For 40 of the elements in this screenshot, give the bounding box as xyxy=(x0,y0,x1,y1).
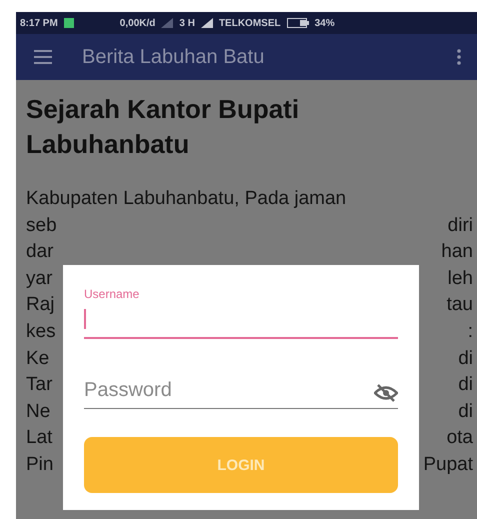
article-text: Pin xyxy=(26,452,54,477)
article-text: Pupat xyxy=(423,452,473,477)
article-text: seb xyxy=(26,214,57,238)
article-text: dar xyxy=(26,240,54,264)
article-text: diri xyxy=(448,214,473,238)
network-speed: 0,00K/d xyxy=(120,18,156,28)
password-field[interactable]: Password xyxy=(84,363,398,409)
article-text: Lat xyxy=(26,426,52,450)
article-text: Ke xyxy=(26,346,50,371)
article-text: leh xyxy=(448,266,473,291)
menu-icon[interactable] xyxy=(34,50,52,64)
article-text: ota xyxy=(446,426,473,450)
placeholder: Password xyxy=(84,379,172,402)
article-text: Ne xyxy=(26,400,50,424)
app-title: Berita Labuhan Batu xyxy=(82,46,266,68)
field-label: Username xyxy=(84,287,140,301)
article-text: di xyxy=(458,373,473,398)
carrier: TELKOMSEL xyxy=(218,18,281,28)
network-type: 3 H xyxy=(179,18,195,28)
eye-off-icon[interactable] xyxy=(374,384,398,402)
article-title: Sejarah Kantor Bupati Labuhanbatu xyxy=(26,93,300,161)
username-field[interactable]: Username xyxy=(84,287,398,339)
article-text: di xyxy=(458,346,473,371)
more-icon[interactable] xyxy=(457,49,461,65)
notification-icon xyxy=(64,18,74,28)
article-text: yar xyxy=(26,266,52,291)
article-text: han xyxy=(441,240,473,264)
article-text: Tar xyxy=(26,373,52,398)
signal-icon xyxy=(161,18,174,28)
time: 8:17 PM xyxy=(20,18,58,28)
article-text: Kabupaten Labuhanbatu, Pada jaman xyxy=(26,187,348,211)
signal-icon xyxy=(200,18,213,28)
article-text: Raj xyxy=(26,293,55,318)
article-text: : xyxy=(468,320,473,344)
battery-icon xyxy=(286,18,309,28)
battery-level: 34% xyxy=(314,18,335,28)
article-text: di xyxy=(458,400,473,424)
article-text: tau xyxy=(446,293,473,318)
article-text: kes xyxy=(26,320,56,344)
text-cursor xyxy=(84,309,86,329)
